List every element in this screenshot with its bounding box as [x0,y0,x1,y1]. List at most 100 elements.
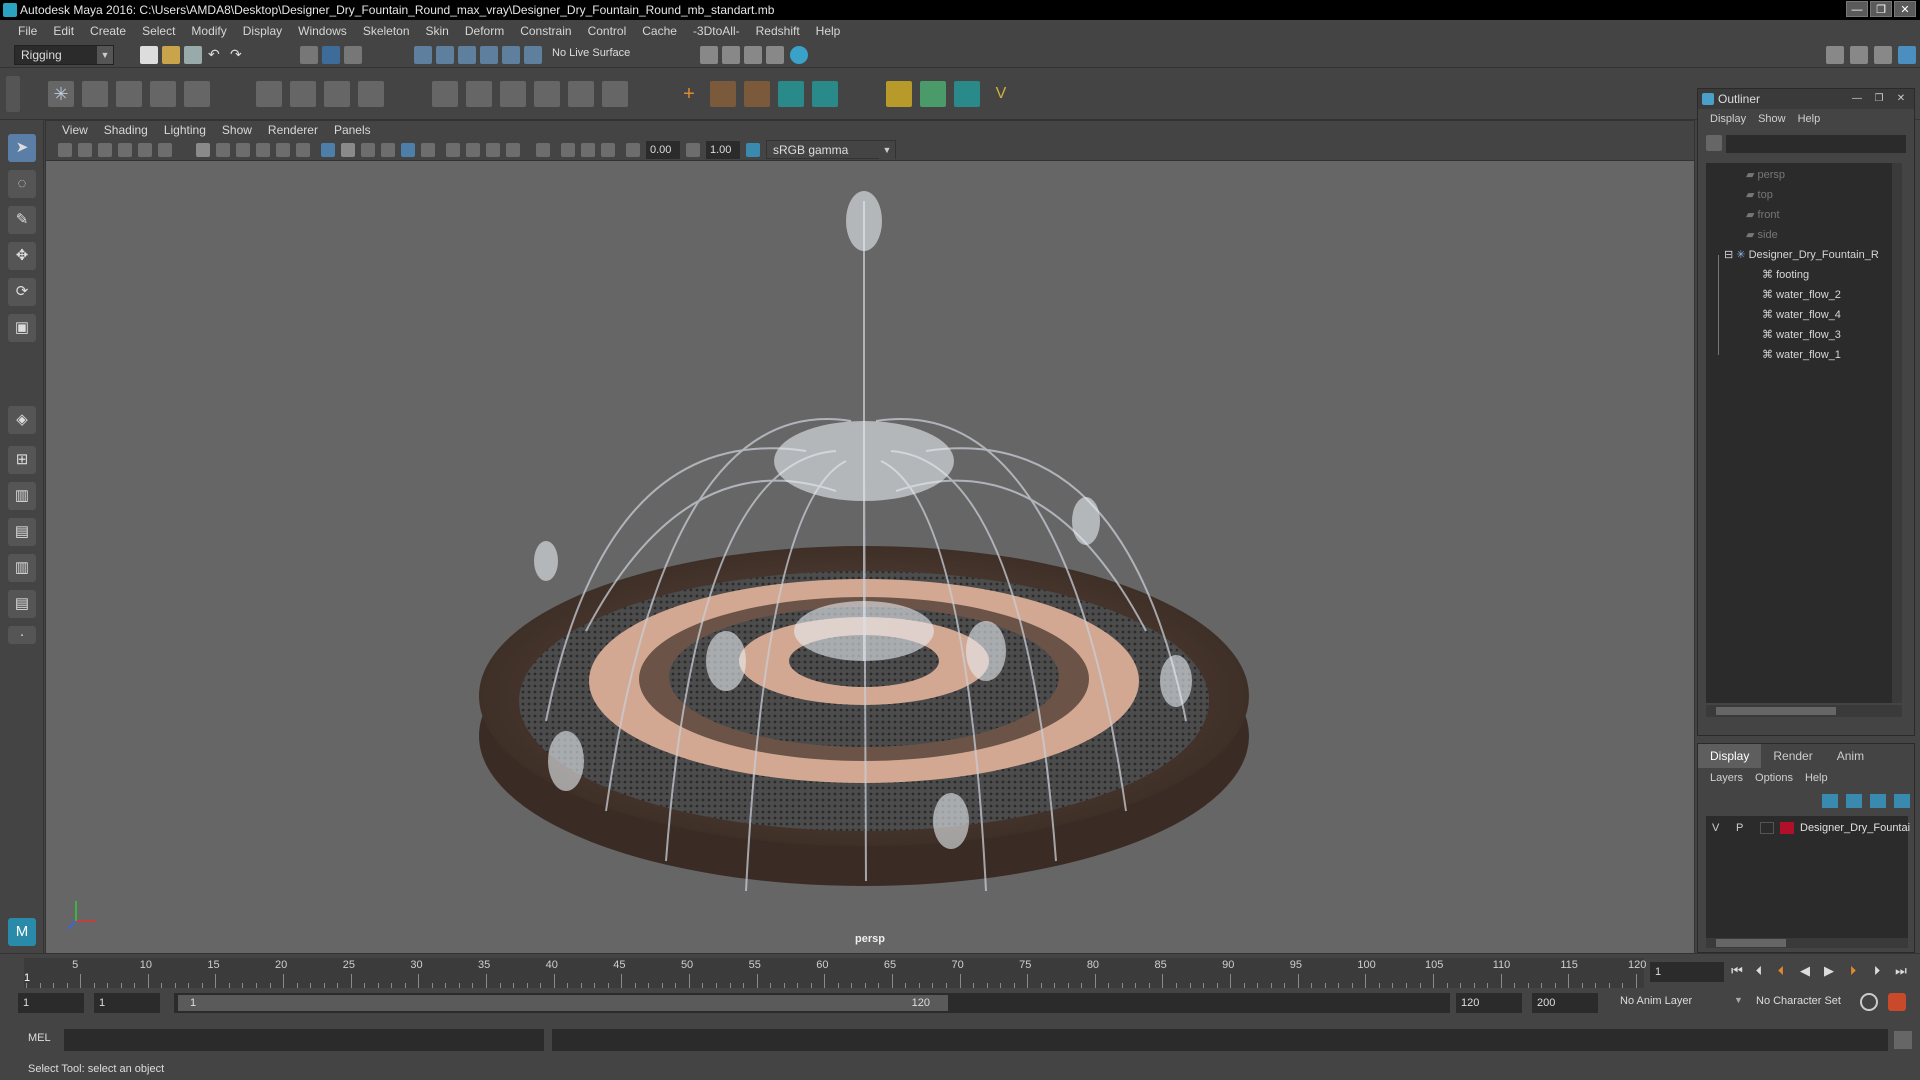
menu-cache[interactable]: Cache [634,20,685,42]
undo-icon[interactable]: ↶ [208,46,226,64]
four-view-layout-icon[interactable]: ⊞ [8,446,36,474]
remove-influence-icon[interactable] [744,81,770,107]
snap-point-icon[interactable] [458,46,476,64]
parent-constraint-icon[interactable] [568,81,594,107]
xray-icon[interactable] [561,143,575,157]
step-forward-key-icon[interactable]: ⏵ [1868,962,1886,980]
gate-mask-icon[interactable] [256,143,270,157]
orient-constraint-icon[interactable] [500,81,526,107]
layer-horizontal-scrollbar[interactable] [1706,938,1908,948]
tool-settings-toggle-icon[interactable] [1850,46,1868,64]
new-scene-icon[interactable] [140,46,158,64]
layer-menu-options[interactable]: Options [1749,768,1799,788]
render-settings-icon[interactable] [700,46,718,64]
select-object-icon[interactable] [322,46,340,64]
paint-weights-icon[interactable] [290,81,316,107]
maya-script-1-icon[interactable] [778,81,804,107]
lattice-icon[interactable] [324,81,350,107]
menu-help[interactable]: Help [808,20,849,42]
outliner-search-input[interactable] [1726,135,1906,153]
film-gate-icon[interactable] [216,143,230,157]
custom-tool-4-icon[interactable]: V [988,81,1014,107]
minimize-button[interactable]: — [1846,1,1868,17]
layer-menu-help[interactable]: Help [1799,768,1834,788]
custom-tool-1-icon[interactable] [886,81,912,107]
go-to-end-icon[interactable]: ⏭ [1892,962,1910,980]
add-influence-icon[interactable] [710,81,736,107]
maximize-button[interactable]: ❐ [1870,1,1892,17]
menu-display[interactable]: Display [235,20,290,42]
command-input[interactable] [64,1029,544,1051]
save-scene-icon[interactable] [184,46,202,64]
gamma-field[interactable]: 1.00 [706,141,740,159]
menu-edit[interactable]: Edit [45,20,82,42]
scrollbar-thumb[interactable] [1716,707,1836,715]
viewport-menu-lighting[interactable]: Lighting [156,121,214,139]
render-view-icon[interactable] [722,46,740,64]
viewport-menu-view[interactable]: View [54,121,96,139]
anim-layer-dropdown[interactable]: No Anim Layer [1620,995,1692,1007]
live-surface-label[interactable]: No Live Surface [552,47,630,59]
ik-handle-icon[interactable] [82,81,108,107]
custom-tool-2-icon[interactable] [920,81,946,107]
ipr-render-icon[interactable] [744,46,762,64]
image-plane-icon[interactable] [118,143,132,157]
bind-skin-icon[interactable] [256,81,282,107]
command-language-label[interactable]: MEL [28,1032,51,1044]
outliner-filter-icon[interactable] [1706,135,1722,151]
menu-skeleton[interactable]: Skeleton [355,20,418,42]
menu-constrain[interactable]: Constrain [512,20,579,42]
menu-create[interactable]: Create [82,20,134,42]
playback-end-field[interactable]: 120 [1456,993,1522,1013]
step-back-frame-icon[interactable]: ⏴ [1772,962,1790,980]
pole-vector-icon[interactable] [602,81,628,107]
layer-name[interactable]: Designer_Dry_Fountai [1800,818,1910,838]
rotate-tool-icon[interactable]: ⟳ [8,278,36,306]
animation-end-field[interactable]: 200 [1532,993,1598,1013]
single-perspective-layout-icon[interactable]: ◈ [8,406,36,434]
menu-redshift[interactable]: Redshift [748,20,808,42]
gamma-icon[interactable] [686,143,700,157]
locator-icon[interactable]: + [676,81,702,107]
outliner-item-water-flow-1[interactable]: ⌘ water_flow_1 [1706,345,1896,365]
smooth-shade-icon[interactable] [341,143,355,157]
bookmark-icon[interactable] [98,143,112,157]
menu-3dtoall[interactable]: -3DtoAll- [685,20,748,42]
open-scene-icon[interactable] [162,46,180,64]
time-ruler[interactable]: 1 5 10 15 20 25 30 35 40 45 50 55 60 65 70 75 80 85 90 95 1… [24,958,1646,988]
new-layer-icon[interactable] [1870,794,1886,808]
select-tool-icon[interactable]: ➤ [8,134,36,162]
exposure-icon[interactable] [626,143,640,157]
outliner-item-water-flow-3[interactable]: ⌘ water_flow_3 [1706,325,1896,345]
move-tool-icon[interactable]: ✥ [8,242,36,270]
viewport-menu-show[interactable]: Show [214,121,260,139]
collapse-icon[interactable]: ⊟ [1724,249,1736,261]
menu-select[interactable]: Select [134,20,183,42]
playback-start-field[interactable]: 1 [94,993,160,1013]
screen-space-ao-icon[interactable] [466,143,480,157]
snap-curve-icon[interactable] [436,46,454,64]
scrollbar-thumb[interactable] [1716,939,1786,947]
tab-display[interactable]: Display [1698,744,1762,768]
wireframe-on-shaded-icon[interactable] [381,143,395,157]
channel-box-toggle-icon[interactable] [1874,46,1892,64]
default-material-icon[interactable] [361,143,375,157]
2d-pan-zoom-icon[interactable] [138,143,152,157]
motion-blur-icon[interactable] [486,143,500,157]
isolate-select-icon[interactable] [536,143,550,157]
maya-script-2-icon[interactable] [812,81,838,107]
outliner-menu-display[interactable]: Display [1704,109,1752,129]
aim-constraint-icon[interactable] [466,81,492,107]
menu-file[interactable]: File [10,20,45,42]
lasso-tool-icon[interactable]: ◌ [8,170,36,198]
range-slider-handle[interactable]: 1 120 [178,995,948,1011]
ik-spline-icon[interactable] [116,81,142,107]
mirror-joint-icon[interactable] [150,81,176,107]
anti-aliasing-icon[interactable] [506,143,520,157]
layer-row[interactable]: V P Designer_Dry_Fountai [1706,818,1910,838]
viewport-menu-panels[interactable]: Panels [326,121,379,139]
paint-select-tool-icon[interactable]: ✎ [8,206,36,234]
play-backwards-icon[interactable]: ◀ [1796,962,1814,980]
layer-editor-toggle-icon[interactable] [1898,46,1916,64]
snap-vertex-icon[interactable] [524,46,542,64]
